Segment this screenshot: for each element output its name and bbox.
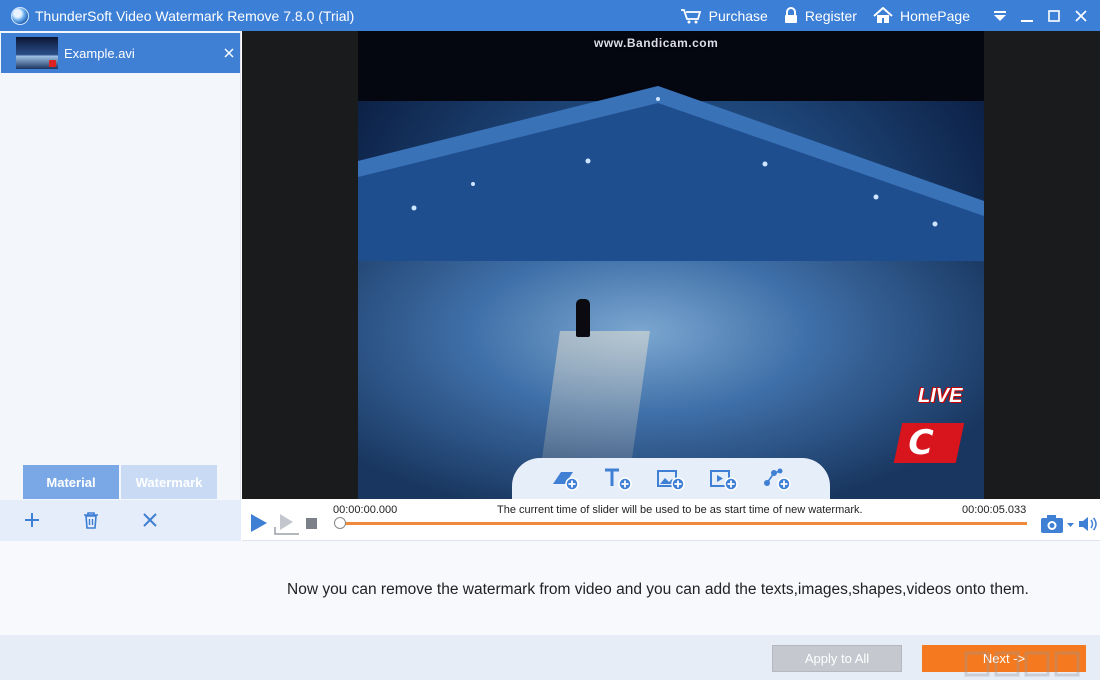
file-tools xyxy=(0,500,241,541)
minimize-icon xyxy=(1021,10,1033,22)
video-preview: www.Bandicam.com LIVE xyxy=(242,31,1100,499)
close-icon xyxy=(1075,10,1087,22)
material-panel: Example.avi Material Watermark xyxy=(0,31,241,541)
remove-file-button[interactable] xyxy=(218,45,240,62)
file-name: Example.avi xyxy=(64,46,218,61)
add-video-button[interactable] xyxy=(709,464,739,494)
tab-watermark[interactable]: Watermark xyxy=(121,465,217,499)
register-link[interactable]: Register xyxy=(784,7,857,24)
homepage-link[interactable]: HomePage xyxy=(873,7,970,24)
snapshot-camera-icon[interactable] xyxy=(1040,514,1074,534)
title-bar: ThunderSoft Video Watermark Remove 7.8.0… xyxy=(0,0,1100,31)
insert-toolbar xyxy=(512,458,830,499)
video-watermark-text: www.Bandicam.com xyxy=(594,36,718,50)
play-from-start-icon[interactable] xyxy=(274,513,300,535)
close-icon xyxy=(224,48,234,58)
maximize-icon xyxy=(1048,10,1060,22)
apply-to-all-button[interactable]: Apply to All xyxy=(772,645,902,672)
home-icon xyxy=(873,7,893,24)
playback-timeline: 00:00:00.000 The current time of slider … xyxy=(242,499,1100,541)
add-text-button[interactable] xyxy=(603,464,633,494)
add-file-button[interactable] xyxy=(22,510,42,530)
video-thumbnail xyxy=(16,37,58,69)
register-label: Register xyxy=(805,8,857,24)
menu-down-icon xyxy=(993,10,1007,22)
start-time: 00:00:00.000 xyxy=(333,504,397,516)
text-add-icon xyxy=(603,467,633,491)
performer-figure xyxy=(576,299,590,337)
app-logo-icon xyxy=(11,7,29,25)
add-shape-button[interactable] xyxy=(550,464,580,494)
action-bar: Apply to All Next -> xyxy=(0,635,1100,680)
end-time: 00:00:05.033 xyxy=(962,504,1026,516)
file-list-item[interactable]: Example.avi xyxy=(1,33,240,73)
volume-icon[interactable] xyxy=(1078,516,1098,532)
purchase-label: Purchase xyxy=(709,8,768,24)
cart-icon xyxy=(680,8,702,24)
channel-logo xyxy=(894,423,965,463)
stage-roof xyxy=(358,81,984,271)
maximize-button[interactable] xyxy=(1040,0,1067,31)
clear-files-button[interactable] xyxy=(140,510,160,530)
image-add-icon xyxy=(656,467,686,491)
window-title: ThunderSoft Video Watermark Remove 7.8.0… xyxy=(35,8,354,24)
video-frame[interactable]: www.Bandicam.com LIVE xyxy=(358,31,984,499)
tab-material[interactable]: Material xyxy=(23,465,119,499)
play-icon[interactable] xyxy=(250,513,268,533)
video-add-icon xyxy=(709,467,739,491)
close-icon xyxy=(143,513,157,527)
panel-tabs: Material Watermark xyxy=(23,465,217,499)
eraser-add-icon xyxy=(550,467,580,491)
close-button[interactable] xyxy=(1067,0,1094,31)
site-watermark-logo xyxy=(962,651,1092,679)
menu-dropdown-button[interactable] xyxy=(986,0,1013,31)
stop-button[interactable] xyxy=(306,518,317,529)
add-image-button[interactable] xyxy=(656,464,686,494)
timeline-hint: The current time of slider will be used … xyxy=(497,504,863,516)
lock-icon xyxy=(784,7,798,24)
plus-icon xyxy=(24,512,40,528)
trash-icon xyxy=(83,512,99,529)
node-link-add-icon xyxy=(762,467,792,491)
minimize-button[interactable] xyxy=(1013,0,1040,31)
timeline-slider-handle[interactable] xyxy=(334,517,346,529)
add-mosaic-button[interactable] xyxy=(762,464,792,494)
info-panel: Now you can remove the watermark from vi… xyxy=(0,541,1100,635)
live-badge: LIVE xyxy=(918,385,962,408)
purchase-link[interactable]: Purchase xyxy=(680,8,768,24)
homepage-label: HomePage xyxy=(900,8,970,24)
timeline-track[interactable] xyxy=(339,522,1027,525)
delete-file-button[interactable] xyxy=(81,510,101,530)
info-message: Now you can remove the watermark from vi… xyxy=(287,581,1029,599)
